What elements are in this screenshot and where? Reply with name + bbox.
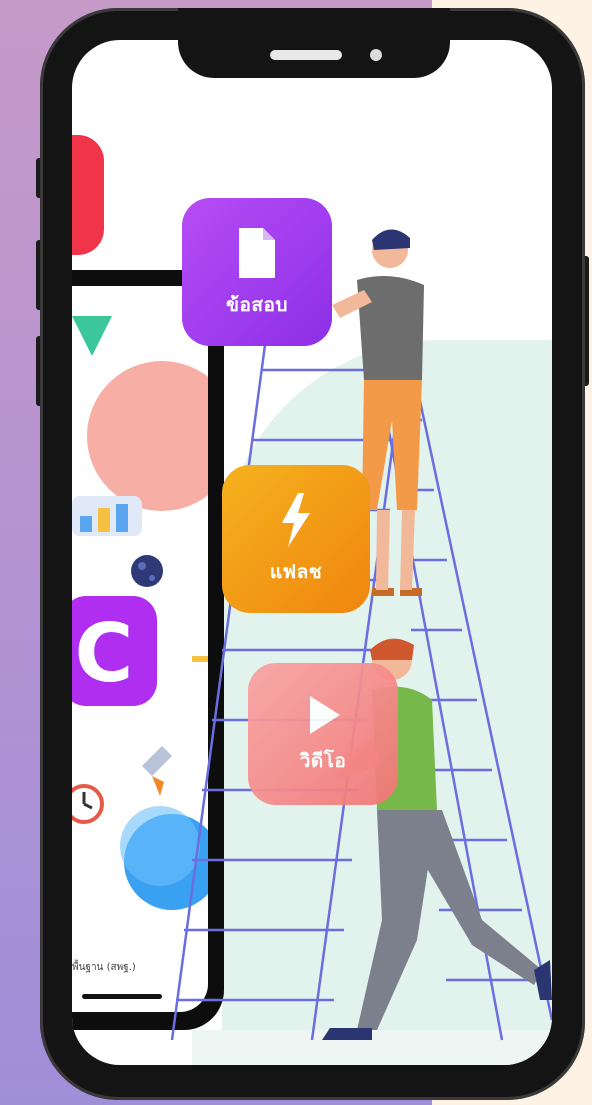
phone-screen: C พื้นฐาน (สพฐ.) ข้อสอบ แฟลช วิดีโอ (72, 40, 552, 1065)
document-icon (239, 228, 275, 278)
phone-speaker (270, 50, 342, 60)
camera-icon (370, 49, 382, 61)
app-flash-label: แฟลช (269, 561, 323, 583)
lightning-icon (282, 493, 310, 547)
play-icon (310, 696, 340, 734)
app-document-label: ข้อสอบ (226, 294, 288, 316)
app-video-button[interactable]: วิดีโอ (248, 663, 398, 805)
phone-notch (178, 8, 450, 78)
app-video-label: วิดีโอ (299, 750, 347, 772)
app-document-button[interactable]: ข้อสอบ (182, 198, 332, 346)
app-flash-button[interactable]: แฟลช (222, 465, 370, 613)
